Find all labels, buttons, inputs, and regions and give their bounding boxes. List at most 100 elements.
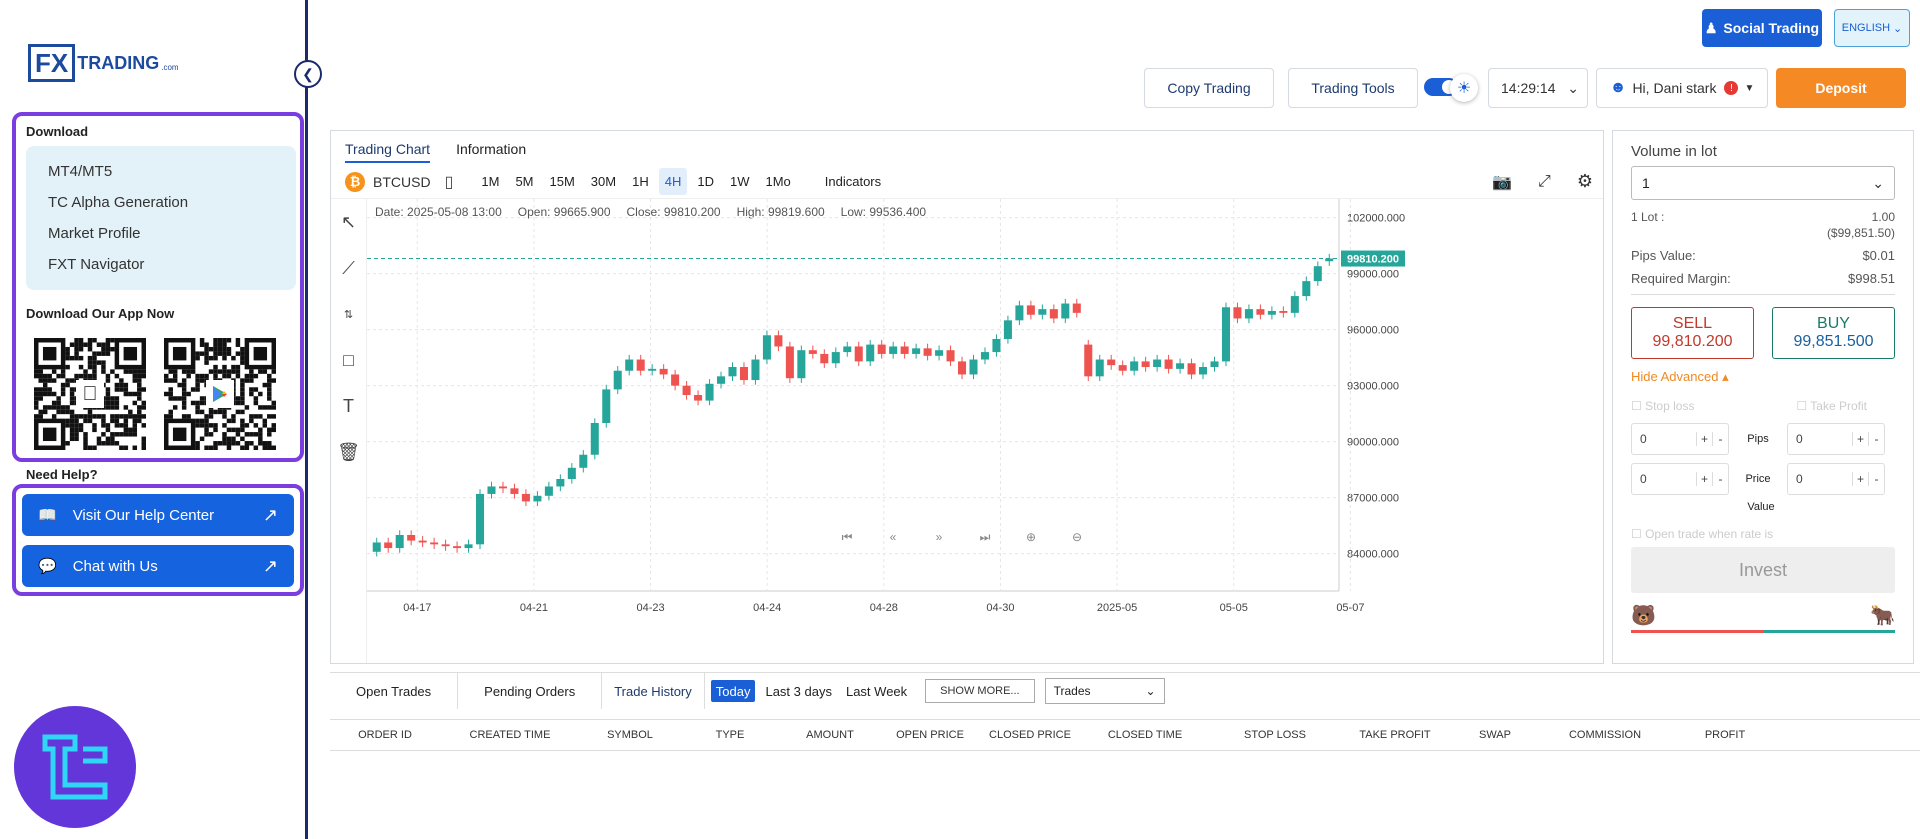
column-header[interactable]: TYPE (680, 729, 780, 741)
tp-price-input[interactable]: 0 + - (1787, 463, 1885, 495)
clock-selector[interactable]: 14:29:14 ⌄ (1488, 68, 1588, 108)
column-header[interactable]: SWAP (1450, 729, 1540, 741)
minus-icon[interactable]: - (1712, 472, 1728, 486)
price-row: 0 + - Price 0 + - (1631, 463, 1895, 495)
chart-nav-control[interactable]: « (890, 530, 897, 544)
tab-open-trades[interactable]: Open Trades (330, 673, 459, 709)
trading-tools-button[interactable]: Trading Tools (1288, 68, 1418, 108)
required-margin-row: Required Margin: $998.51 (1631, 271, 1895, 295)
column-header[interactable]: OPEN PRICE (880, 729, 980, 741)
candle (1095, 359, 1104, 377)
column-header[interactable]: AMOUNT (780, 729, 880, 741)
column-header[interactable]: ORDER ID (330, 729, 440, 741)
plus-icon[interactable]: + (1696, 472, 1712, 486)
invest-button[interactable]: Invest (1631, 547, 1895, 593)
deposit-button[interactable]: Deposit (1776, 68, 1906, 108)
tp-pips-input[interactable]: 0 + - (1787, 423, 1885, 455)
candle (969, 359, 978, 375)
help-center-button[interactable]: 📖 Visit Our Help Center ↗ (22, 494, 294, 536)
download-item-mt4-mt5[interactable]: MT4/MT5 (26, 156, 296, 187)
stop-loss-checkbox[interactable]: ☐ Stop loss (1631, 399, 1694, 413)
candle (430, 542, 439, 545)
candle (613, 370, 622, 390)
chart-nav-control[interactable]: » (936, 530, 943, 544)
chat-with-us-button[interactable]: 💬 Chat with Us ↗ (22, 545, 294, 587)
candle (831, 352, 840, 364)
user-menu[interactable]: ☻ Hi, Dani stark ! ▼ (1596, 68, 1768, 108)
column-header[interactable]: SYMBOL (580, 729, 680, 741)
column-header[interactable]: TAKE PROFIT (1340, 729, 1450, 741)
filter-last-week[interactable]: Last Week (842, 673, 911, 709)
candle (1084, 344, 1093, 377)
chart-nav-control[interactable]: ⏭ (980, 530, 991, 544)
x-tick-label: 04-24 (753, 602, 781, 614)
tab-pending-orders[interactable]: Pending Orders (458, 673, 603, 709)
chart-nav-control[interactable]: ⊖ (1072, 530, 1082, 544)
stop-loss-label: Stop loss (1645, 399, 1695, 413)
plus-icon[interactable]: + (1696, 432, 1712, 446)
show-more-button[interactable]: SHOW MORE... (925, 679, 1035, 703)
price-label: Price (1745, 473, 1771, 485)
column-header[interactable]: PROFIT (1670, 729, 1780, 741)
candle (579, 454, 588, 468)
chart-panel: Trading Chart Information ₿ BTCUSD ▯ 1M … (330, 130, 1604, 664)
take-profit-checkbox[interactable]: ☐ Take Profit (1796, 399, 1867, 413)
download-item-fxt-navigator[interactable]: FXT Navigator (26, 249, 296, 280)
sell-price: 99,810.200 (1652, 333, 1733, 350)
open-when-checkbox[interactable]: ☐ Open trade when rate is (1631, 527, 1895, 541)
candle (1130, 361, 1139, 371)
sun-icon[interactable]: ☀ (1450, 74, 1478, 102)
language-selector[interactable]: ENGLISH ⌄ (1834, 9, 1910, 47)
fxtrading-logo[interactable]: FX TRADING .com (28, 44, 179, 82)
caret-up-icon: ▴ (1722, 369, 1729, 384)
column-header[interactable]: CLOSED TIME (1080, 729, 1210, 741)
tc-watermark-logo (14, 706, 136, 828)
sl-pips-input[interactable]: 0 + - (1631, 423, 1729, 455)
hide-advanced-toggle[interactable]: Hide Advanced ▴ (1631, 369, 1895, 385)
lot-usd-row: ($99,851.50) (1631, 226, 1895, 240)
buy-price: 99,851.500 (1793, 333, 1874, 350)
download-item-tc-alpha[interactable]: TC Alpha Generation (26, 187, 296, 218)
candle (590, 423, 599, 455)
y-tick-label: 102000.000 (1347, 213, 1405, 225)
column-header[interactable]: CREATED TIME (440, 729, 580, 741)
pips-label: Pips (1747, 433, 1769, 445)
candle (762, 335, 771, 360)
sell-button[interactable]: SELL 99,810.200 (1631, 307, 1754, 359)
google-play-qr-code[interactable] (164, 338, 276, 450)
minus-icon[interactable]: - (1712, 432, 1728, 446)
sl-price-input[interactable]: 0 + - (1631, 463, 1729, 495)
trades-type-select[interactable]: Trades ⌄ (1044, 678, 1165, 704)
tab-trade-history[interactable]: Trade History (602, 673, 705, 709)
filter-today[interactable]: Today (710, 680, 756, 702)
take-profit-label: Take Profit (1810, 399, 1867, 413)
candle (1118, 365, 1127, 371)
column-header[interactable]: CLOSED PRICE (980, 729, 1080, 741)
filter-last-3-days[interactable]: Last 3 days (761, 673, 836, 709)
volume-select[interactable]: 1 ⌄ (1631, 166, 1895, 200)
minus-icon[interactable]: - (1868, 432, 1884, 446)
candle (1164, 359, 1173, 369)
chart-nav-control[interactable]: ⏮ (842, 530, 853, 544)
price-chart[interactable]: 102000.000 99000.000 96000.000 93000.000 900… (331, 131, 1603, 663)
buy-button[interactable]: BUY 99,851.500 (1772, 307, 1895, 359)
app-store-qr-code[interactable]:  (34, 338, 146, 450)
candle (1210, 361, 1219, 367)
candle (544, 486, 553, 496)
minus-icon[interactable]: - (1868, 472, 1884, 486)
copy-trading-button[interactable]: Copy Trading (1144, 68, 1274, 108)
plus-icon[interactable]: + (1852, 432, 1868, 446)
candle (1244, 309, 1253, 319)
candle (774, 335, 783, 347)
chart-nav-control[interactable]: ⊕ (1026, 530, 1036, 544)
column-header[interactable]: STOP LOSS (1210, 729, 1340, 741)
volume-label: Volume in lot (1631, 143, 1717, 160)
download-item-market-profile[interactable]: Market Profile (26, 218, 296, 249)
column-header[interactable]: COMMISSION (1540, 729, 1670, 741)
collapse-sidebar-button[interactable]: ❮ (294, 60, 322, 88)
plus-icon[interactable]: + (1852, 472, 1868, 486)
social-trading-button[interactable]: ♟ Social Trading (1702, 9, 1822, 47)
y-tick-label: 84000.000 (1347, 549, 1399, 561)
sentiment-bear-fill (1631, 630, 1763, 633)
candle (820, 353, 829, 364)
